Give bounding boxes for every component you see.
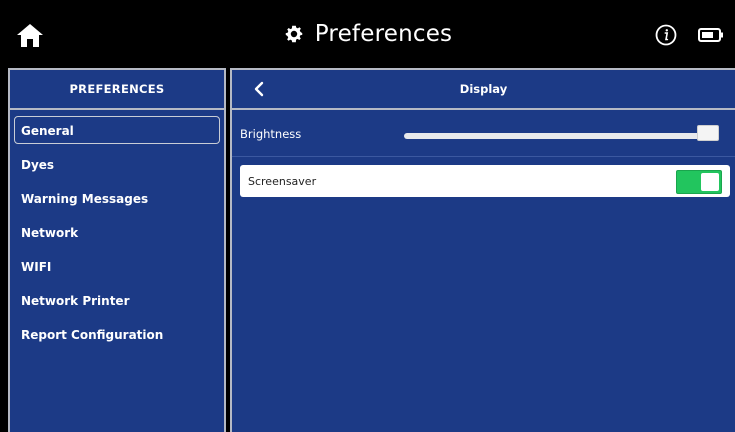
sidebar-item-warning-messages[interactable]: Warning Messages: [14, 184, 220, 212]
brightness-label: Brightness: [240, 127, 302, 141]
info-icon[interactable]: [655, 24, 677, 46]
screensaver-row: Screensaver: [240, 165, 730, 197]
chevron-left-icon[interactable]: [252, 81, 266, 97]
page-title: Preferences: [314, 21, 453, 47]
sidebar-item-network[interactable]: Network: [14, 218, 220, 246]
sidebar-item-report-configuration[interactable]: Report Configuration: [14, 320, 220, 348]
battery-icon: [698, 28, 723, 42]
panel-header: Display: [232, 70, 735, 110]
screensaver-toggle[interactable]: [676, 170, 722, 194]
sidebar-item-dyes[interactable]: Dyes: [14, 150, 220, 178]
brightness-slider-thumb[interactable]: [696, 125, 719, 141]
gear-icon: [285, 25, 302, 43]
top-bar: Preferences: [0, 0, 735, 68]
page-title-area: Preferences: [0, 0, 735, 68]
brightness-slider-track[interactable]: [404, 133, 714, 139]
sidebar-item-wifi[interactable]: WIFI: [14, 252, 220, 280]
sidebar-item-general[interactable]: General: [14, 116, 220, 144]
screensaver-label: Screensaver: [248, 175, 317, 188]
sidebar-menu: General Dyes Warning Messages Network WI…: [10, 116, 224, 348]
sidebar-header: PREFERENCES: [10, 70, 224, 110]
panel-title: Display: [459, 82, 508, 96]
sidebar: PREFERENCES General Dyes Warning Message…: [8, 68, 226, 432]
toggle-knob: [701, 173, 719, 191]
brightness-row: Brightness: [232, 110, 735, 157]
sidebar-item-network-printer[interactable]: Network Printer: [14, 286, 220, 314]
main-panel: Display Brightness Screensaver: [230, 68, 735, 432]
